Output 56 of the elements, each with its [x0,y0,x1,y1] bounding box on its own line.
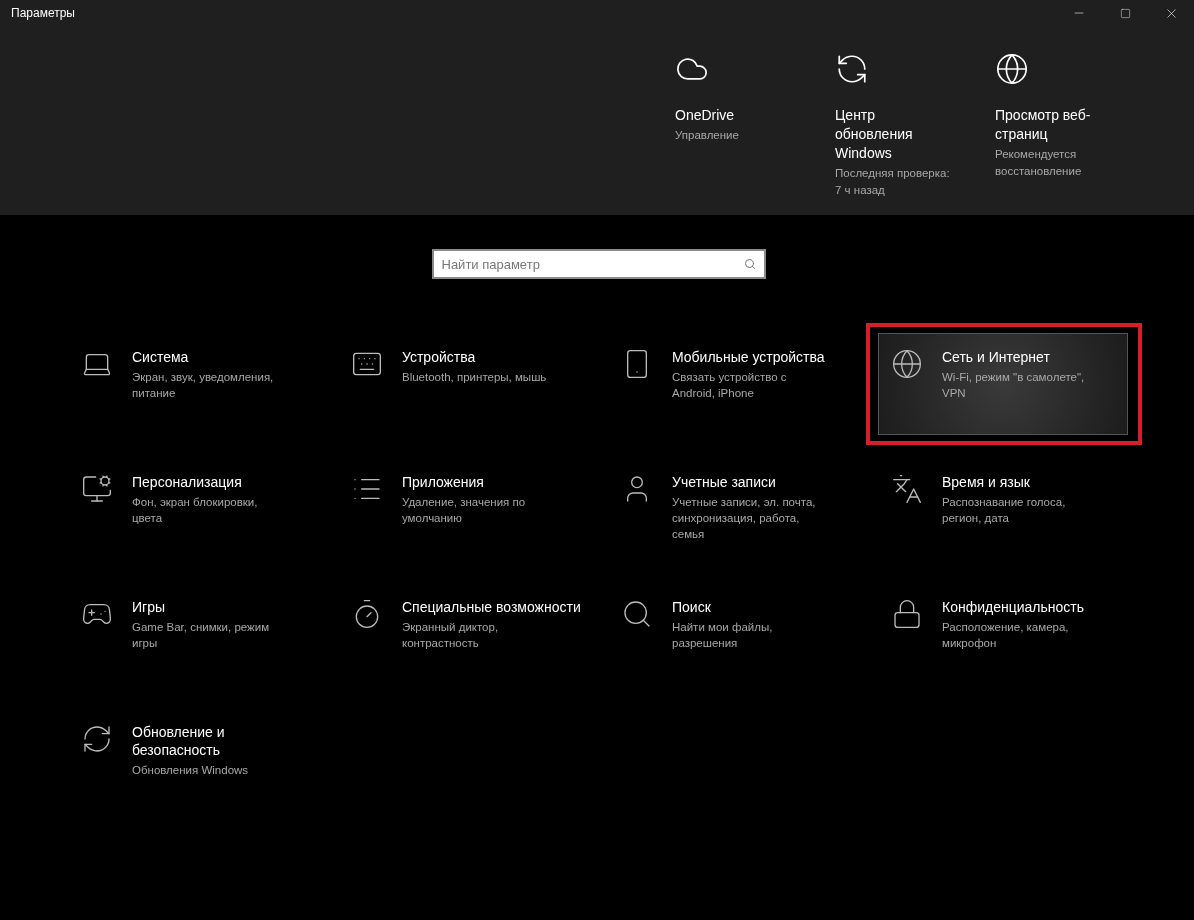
window-title: Параметры [10,5,75,22]
globe-icon[interactable] [995,52,1029,86]
category-title: Сеть и Интернет [942,348,1051,366]
category-description: Фон, экран блокировки, цвета [132,495,259,526]
category-tile[interactable]: Время и язык Распознавание голоса, регион, дата [878,458,1128,560]
shortcut-title[interactable]: Центр обновления Windows [835,106,935,163]
lock-icon [891,598,923,630]
category-description: Экран, звук, уведомления, питание [132,370,275,401]
maximize-icon[interactable] [1119,7,1131,19]
category-title: Приложения [402,473,485,491]
category-tile[interactable]: Учетные записи Учетные записи, эл. почта, синхронизация, работа, семья [608,458,858,560]
refresh-icon[interactable] [835,52,869,86]
category-tile[interactable]: Мобильные устройства Связать устройство с Android, iPhone [608,333,858,435]
shortcut-title[interactable]: OneDrive [675,106,775,125]
search-icon [743,258,756,270]
category-title: Обновление и безопасность [132,723,226,759]
category-description: Распознавание голоса, регион, дата [942,495,1067,526]
category-tile[interactable]: Конфиденциальность Расположение, камера, микрофон [878,583,1128,685]
category-tile[interactable]: Игры Game Bar, снимки, режим игры [68,583,318,685]
category-description: Удаление, значения по умолчанию [402,495,527,526]
category-title: Персонализация [132,473,243,491]
category-description: Обновления Windows [132,763,250,778]
category-tile[interactable]: Система Экран, звук, уведомления, питание [68,333,318,435]
category-title: Время и язык [942,473,1031,491]
category-title: Устройства [402,348,477,366]
shortcut-title[interactable]: Просмотр веб-страниц [995,106,1095,144]
category-title: Мобильные устройства [672,348,826,366]
refresh-icon [81,723,113,755]
category-title: Игры [132,598,167,616]
category-title: Учетные записи [672,473,777,491]
language-icon [891,473,923,505]
category-tile[interactable]: Обновление и безопасность Обновления Windows [68,708,318,810]
category-tile[interactable]: Приложения Удаление, значения по умолчанию [338,458,588,560]
shortcut-subtitle: Рекомендуется восстановление [995,147,1083,179]
category-title: Специальные возможности [402,598,582,616]
category-tile[interactable]: Сеть и Интернет Wi-Fi, режим "в самолете", VPN [878,333,1128,435]
category-description: Bluetooth, принтеры, мышь [402,370,548,385]
category-tile[interactable]: Персонализация Фон, экран блокировки, цвета [68,458,318,560]
search-field[interactable]: Найти параметр [431,249,766,279]
category-description: Wi-Fi, режим "в самолете", VPN [942,370,1086,401]
category-description: Учетные записи, эл. почта, синхронизация, работа, семья [672,495,817,542]
shortcut-subtitle: Последняя проверка: 7 ч назад [835,166,951,198]
category-description: Экранный диктор, контрастность [402,620,500,651]
category-tile[interactable]: Поиск Найти мои файлы, разрешения [608,583,858,685]
category-title: Поиск [672,598,712,616]
category-title: Конфиденциальность [942,598,1085,616]
category-description: Найти мои файлы, разрешения [672,620,774,651]
category-title: Система [132,348,190,366]
shortcut-subtitle: Управление [675,128,740,143]
category-tile[interactable]: Устройства Bluetooth, принтеры, мышь [338,333,588,435]
category-description: Game Bar, снимки, режим игры [132,620,271,651]
globe-icon [891,348,923,380]
category-description: Связать устройство с Android, iPhone [672,370,788,401]
monitor-icon [81,473,113,505]
category-tile[interactable]: Специальные возможности Экранный диктор, контрастность [338,583,588,685]
category-description: Расположение, камера, микрофон [942,620,1070,651]
